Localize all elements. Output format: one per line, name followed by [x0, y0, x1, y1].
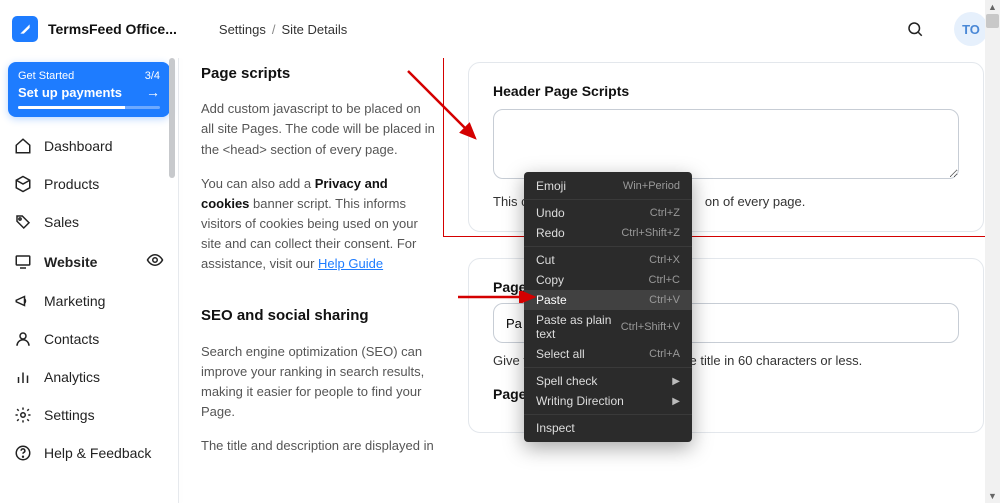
sidebar-item-label: Marketing — [44, 293, 105, 309]
context-menu-label: Paste — [536, 293, 567, 307]
context-menu-shortcut: Ctrl+A — [649, 348, 680, 360]
tag-icon — [14, 213, 32, 231]
browser-scrollbar[interactable]: ▲ ▼ — [985, 0, 1000, 503]
seo-desc2: The title and description are displayed … — [201, 436, 436, 456]
context-menu-label: Select all — [536, 347, 585, 361]
context-menu-label: Redo — [536, 226, 565, 240]
sidebar-nav: Dashboard Products Sales Website Marketi… — [8, 127, 170, 472]
monitor-icon — [14, 253, 32, 271]
context-menu-item-copy[interactable]: Copy Ctrl+C — [524, 270, 692, 290]
context-menu-separator — [524, 199, 692, 200]
context-menu-label: Writing Direction — [536, 394, 624, 408]
context-menu-shortcut: Win+Period — [623, 180, 680, 192]
sidebar-item-website[interactable]: Website — [8, 241, 170, 282]
bar-chart-icon — [14, 368, 32, 386]
context-menu-item-undo[interactable]: Undo Ctrl+Z — [524, 203, 692, 223]
chevron-right-icon: ▶ — [672, 376, 680, 387]
page-scripts-desc1: Add custom javascript to be placed on al… — [201, 99, 436, 159]
context-menu-label: Undo — [536, 206, 565, 220]
header-scripts-title: Header Page Scripts — [493, 83, 959, 99]
context-menu-label: Spell check — [536, 374, 597, 388]
search-icon — [906, 20, 924, 38]
context-menu-label: Inspect — [536, 421, 575, 435]
avatar[interactable]: TO — [954, 12, 988, 46]
context-menu-shortcut: Ctrl+Z — [650, 207, 680, 219]
panel-scrollbar[interactable] — [169, 58, 175, 498]
home-icon — [14, 137, 32, 155]
context-menu-item-spell-check[interactable]: Spell check ▶ — [524, 371, 692, 391]
context-menu-item-inspect[interactable]: Inspect — [524, 418, 692, 438]
context-menu-shortcut: Ctrl+X — [649, 254, 680, 266]
context-menu-label: Paste as plain text — [536, 313, 621, 341]
sidebar-item-contacts[interactable]: Contacts — [8, 320, 170, 358]
context-menu-item-emoji[interactable]: Emoji Win+Period — [524, 176, 692, 196]
sidebar-item-label: Website — [44, 254, 97, 270]
sidebar-item-dashboard[interactable]: Dashboard — [8, 127, 170, 165]
sidebar-item-label: Contacts — [44, 331, 99, 347]
help-icon — [14, 444, 32, 462]
sidebar-item-label: Help & Feedback — [44, 445, 151, 461]
sidebar-item-label: Products — [44, 176, 99, 192]
sidebar-item-help[interactable]: Help & Feedback — [8, 434, 170, 472]
page-scripts-desc2: You can also add a Privacy and cookies b… — [201, 174, 436, 275]
sidebar-item-products[interactable]: Products — [8, 165, 170, 203]
sidebar-item-settings[interactable]: Settings — [8, 396, 170, 434]
context-menu-item-paste[interactable]: Paste Ctrl+V — [524, 290, 692, 310]
context-menu-item-select-all[interactable]: Select all Ctrl+A — [524, 344, 692, 364]
panel-scroll-thumb[interactable] — [169, 58, 175, 178]
context-menu-separator — [524, 246, 692, 247]
context-menu-item-redo[interactable]: Redo Ctrl+Shift+Z — [524, 223, 692, 243]
sidebar-item-label: Analytics — [44, 369, 100, 385]
seo-desc1: Search engine optimization (SEO) can imp… — [201, 342, 436, 423]
scroll-down-icon[interactable]: ▼ — [985, 489, 1000, 503]
crumb-site-details[interactable]: Site Details — [282, 22, 348, 37]
user-icon — [14, 330, 32, 348]
get-started-bar — [18, 106, 160, 109]
preview-eye-icon[interactable] — [146, 251, 164, 272]
arrow-right-icon: → — [146, 84, 160, 100]
sidebar-item-marketing[interactable]: Marketing — [8, 282, 170, 320]
breadcrumb: Settings / Site Details — [219, 22, 347, 37]
context-menu-shortcut: Ctrl+C — [649, 274, 680, 286]
megaphone-icon — [14, 292, 32, 310]
sidebar-item-label: Settings — [44, 407, 95, 423]
seo-heading: SEO and social sharing — [201, 304, 436, 327]
context-menu-separator — [524, 367, 692, 368]
gear-icon — [14, 406, 32, 424]
crumb-settings[interactable]: Settings — [219, 22, 266, 37]
page-scripts-heading: Page scripts — [201, 62, 436, 85]
context-menu-item-writing-direction[interactable]: Writing Direction ▶ — [524, 391, 692, 411]
scroll-up-icon[interactable]: ▲ — [985, 0, 1000, 14]
package-icon — [14, 175, 32, 193]
context-menu[interactable]: Emoji Win+Period Undo Ctrl+Z Redo Ctrl+Shift+… — [524, 172, 692, 442]
get-started-cta: Set up payments — [18, 85, 122, 100]
context-menu-separator — [524, 414, 692, 415]
context-menu-shortcut: Ctrl+Shift+V — [621, 321, 680, 333]
context-menu-item-paste-as-plain-text[interactable]: Paste as plain textCtrl+Shift+V — [524, 310, 692, 344]
header-scripts-textarea[interactable] — [493, 109, 959, 179]
search-button[interactable] — [898, 12, 932, 46]
context-menu-label: Emoji — [536, 179, 566, 193]
get-started-title: Get Started — [18, 70, 74, 82]
scroll-thumb[interactable] — [986, 14, 999, 28]
context-menu-shortcut: Ctrl+Shift+Z — [621, 227, 680, 239]
context-menu-label: Copy — [536, 273, 564, 287]
sidebar-item-label: Sales — [44, 214, 79, 230]
context-menu-item-cut[interactable]: Cut Ctrl+X — [524, 250, 692, 270]
site-name[interactable]: TermsFeed Office... — [48, 21, 177, 37]
sidebar-item-analytics[interactable]: Analytics — [8, 358, 170, 396]
get-started-card[interactable]: Get Started 3/4 Set up payments → — [8, 62, 170, 117]
chevron-right-icon: ▶ — [672, 396, 680, 407]
help-guide-link[interactable]: Help Guide — [318, 256, 383, 271]
sidebar-item-label: Dashboard — [44, 138, 113, 154]
get-started-progress: 3/4 — [145, 70, 160, 82]
crumb-sep: / — [272, 22, 276, 37]
app-logo[interactable] — [12, 16, 38, 42]
context-menu-label: Cut — [536, 253, 555, 267]
sidebar-item-sales[interactable]: Sales — [8, 203, 170, 241]
context-menu-shortcut: Ctrl+V — [649, 294, 680, 306]
